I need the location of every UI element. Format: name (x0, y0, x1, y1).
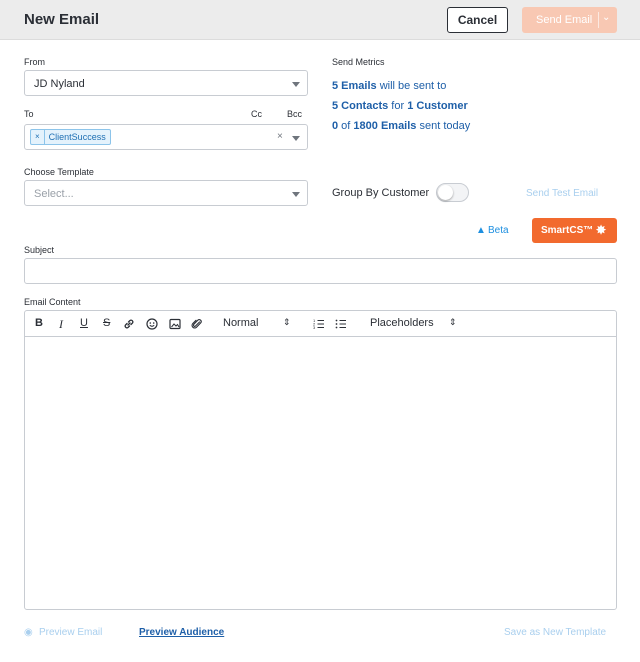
from-select[interactable]: JD Nyland (24, 70, 308, 96)
beta-link[interactable]: Beta (488, 225, 509, 236)
eye-icon: ◉ (24, 627, 33, 638)
metric-sent-today-limit: 1800 Emails (353, 120, 417, 132)
updown-icon: ⇕ (283, 317, 291, 327)
caret-down-icon (292, 192, 300, 197)
chevron-down-icon[interactable]: ⌄ (602, 12, 610, 23)
send-email-button[interactable]: Send Email ⌄ (522, 7, 617, 33)
send-test-email-link[interactable]: Send Test Email (526, 188, 598, 199)
template-label: Choose Template (24, 167, 94, 177)
metric-emails-count: 5 Emails (332, 80, 377, 92)
caret-down-icon (292, 136, 300, 141)
save-template-link[interactable]: Save as New Template (504, 627, 606, 638)
send-email-label: Send Email (536, 14, 593, 26)
subject-input[interactable] (24, 258, 617, 284)
group-by-toggle[interactable] (436, 183, 469, 202)
placeholders-select[interactable]: Placeholders (370, 317, 434, 329)
bullet-list-icon[interactable] (335, 318, 347, 330)
preview-audience-link[interactable]: Preview Audience (139, 627, 224, 638)
from-value: JD Nyland (34, 78, 85, 90)
to-select[interactable]: × ClientSuccess × (24, 124, 308, 150)
svg-text:3: 3 (313, 325, 316, 330)
bold-button[interactable]: B (35, 317, 43, 329)
recipient-tag-label: ClientSuccess (48, 132, 106, 142)
editor-toolbar: B I U S Normal ⇕ 123 Placeholders ⇕ (25, 311, 616, 337)
attachment-icon[interactable] (191, 318, 203, 330)
modal-header: New Email Cancel Send Email ⌄ (0, 0, 640, 40)
flask-icon: ▲ (476, 225, 486, 236)
cc-link[interactable]: Cc (251, 109, 262, 119)
template-select[interactable]: Select... (24, 180, 308, 206)
cancel-button[interactable]: Cancel (447, 7, 508, 33)
smartcs-button[interactable]: SmartCS™ ✸ (532, 218, 617, 243)
strikethrough-button[interactable]: S (103, 317, 110, 329)
metric-sent-today-mid: of (338, 120, 354, 132)
to-label: To (24, 109, 34, 119)
metric-emails-suffix: will be sent to (376, 80, 447, 92)
recipient-tag: × ClientSuccess (30, 129, 111, 145)
italic-button[interactable]: I (59, 317, 63, 332)
image-icon[interactable] (169, 318, 181, 330)
clear-icon[interactable]: × (277, 131, 283, 142)
metric-contacts-count: 5 Contacts (332, 100, 389, 112)
lightbulb-icon: ✸ (596, 223, 607, 237)
subject-label: Subject (24, 245, 55, 255)
email-content-label: Email Content (24, 297, 81, 307)
email-editor[interactable]: B I U S Normal ⇕ 123 Placeholders ⇕ (24, 310, 617, 610)
updown-icon: ⇕ (449, 317, 457, 327)
caret-down-icon (292, 82, 300, 87)
metric-contacts: 5 Contacts for 1 Customer (332, 100, 468, 112)
from-label: From (24, 57, 45, 67)
metric-customer-count: 1 Customer (407, 100, 468, 112)
preview-email-link[interactable]: Preview Email (39, 627, 102, 638)
send-divider (598, 12, 599, 28)
send-metrics-title: Send Metrics (332, 57, 385, 67)
toggle-knob (438, 185, 453, 200)
metric-contacts-mid: for (388, 100, 408, 112)
emoji-icon[interactable] (146, 318, 158, 330)
group-by-label: Group By Customer (332, 187, 430, 199)
metric-sent-today: 0 of 1800 Emails sent today (332, 120, 470, 132)
modal-title: New Email (24, 11, 100, 28)
metric-sent-today-suffix: sent today (416, 120, 471, 132)
smartcs-label: SmartCS™ (541, 225, 594, 236)
template-placeholder: Select... (34, 188, 74, 200)
remove-tag-icon[interactable]: × (31, 130, 45, 144)
link-icon[interactable] (123, 318, 135, 330)
ordered-list-icon[interactable]: 123 (313, 318, 325, 330)
metric-emails: 5 Emails will be sent to (332, 80, 446, 92)
format-select[interactable]: Normal (223, 317, 258, 329)
bcc-link[interactable]: Bcc (287, 109, 302, 119)
underline-button[interactable]: U (80, 317, 88, 329)
